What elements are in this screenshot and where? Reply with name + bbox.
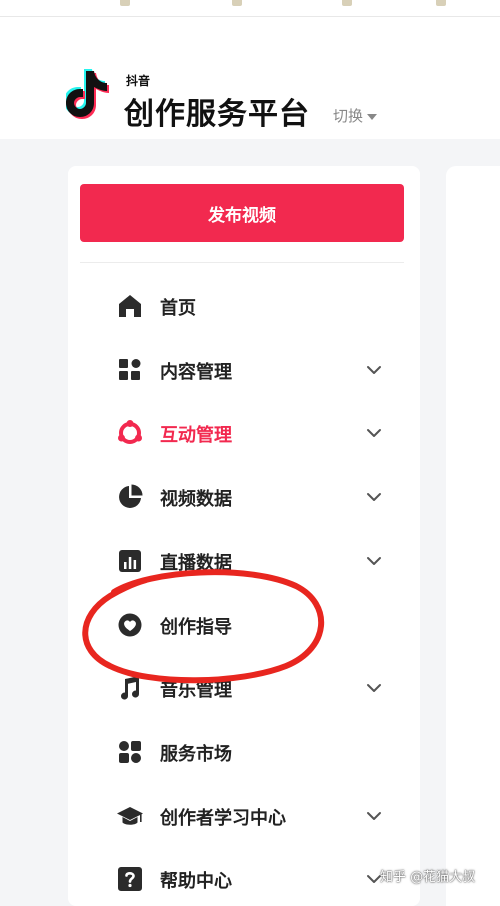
tab-edge-mark — [342, 0, 352, 6]
sidebar-item-label: 创作者学习中心 — [160, 807, 286, 829]
sidebar-item-label: 音乐管理 — [160, 680, 232, 702]
home-icon — [116, 292, 144, 320]
publish-video-button[interactable]: 发布视频 — [80, 184, 404, 242]
sidebar-item-label: 直播数据 — [160, 552, 232, 574]
chevron-down-icon[interactable] — [364, 806, 384, 826]
chevron-down-icon[interactable] — [364, 360, 384, 380]
sidebar-item[interactable]: 服务市场 — [68, 732, 420, 772]
logo-brand-small: 抖音 — [126, 74, 151, 88]
sidebar-item[interactable]: 创作指导 — [68, 605, 420, 645]
switch-platform-dropdown[interactable]: 切换 — [333, 105, 378, 126]
sidebar-item[interactable]: 互动管理 — [68, 413, 420, 453]
sidebar-divider — [80, 262, 404, 263]
heart-icon — [116, 611, 144, 639]
browser-top-strip — [0, 0, 500, 17]
sidebar-item[interactable]: 创作者学习中心 — [68, 796, 420, 836]
chevron-down-icon[interactable] — [364, 678, 384, 698]
service-grid-icon — [116, 738, 144, 766]
zhihu-watermark: 知乎 @花猫大叔 — [380, 870, 476, 885]
top-header: 抖音 创作服务平台 切换 — [0, 17, 500, 139]
tab-edge-mark — [120, 0, 130, 6]
logo-platform-name: 创作服务平台 — [124, 97, 310, 132]
sidebar-item[interactable]: 直播数据 — [68, 541, 420, 581]
tab-edge-mark — [232, 0, 242, 6]
pie-chart-icon — [116, 483, 144, 511]
switch-label: 切换 — [333, 107, 364, 125]
sidebar-item-label: 视频数据 — [160, 489, 232, 511]
caret-down-icon — [367, 113, 378, 120]
sidebar: 发布视频 首页内容管理互动管理视频数据直播数据创作指导音乐管理服务市场创作者学习… — [68, 166, 420, 906]
main-content-panel — [446, 166, 500, 906]
sidebar-item-label: 内容管理 — [160, 361, 232, 383]
sidebar-item[interactable]: 视频数据 — [68, 477, 420, 517]
douyin-logo-icon[interactable] — [64, 67, 112, 119]
chevron-down-icon[interactable] — [364, 423, 384, 443]
sidebar-item-label: 帮助中心 — [160, 871, 232, 893]
help-icon — [116, 865, 144, 893]
chevron-down-icon[interactable] — [364, 487, 384, 507]
sidebar-item-label: 互动管理 — [160, 425, 232, 447]
sidebar-item[interactable]: 内容管理 — [68, 350, 420, 390]
sidebar-item[interactable]: 帮助中心 — [68, 859, 420, 899]
bar-chart-icon — [116, 547, 144, 575]
graduation-cap-icon — [116, 802, 144, 830]
sidebar-item-label: 首页 — [160, 298, 196, 319]
sidebar-item[interactable]: 音乐管理 — [68, 668, 420, 708]
sidebar-item[interactable]: 首页 — [68, 286, 420, 326]
sidebar-item-label: 服务市场 — [160, 743, 232, 765]
content-grid-icon — [116, 356, 144, 384]
tab-edge-mark — [436, 0, 446, 6]
music-note-icon — [116, 674, 144, 702]
interaction-icon — [116, 419, 144, 447]
chevron-down-icon[interactable] — [364, 551, 384, 571]
sidebar-item-label: 创作指导 — [160, 616, 232, 638]
